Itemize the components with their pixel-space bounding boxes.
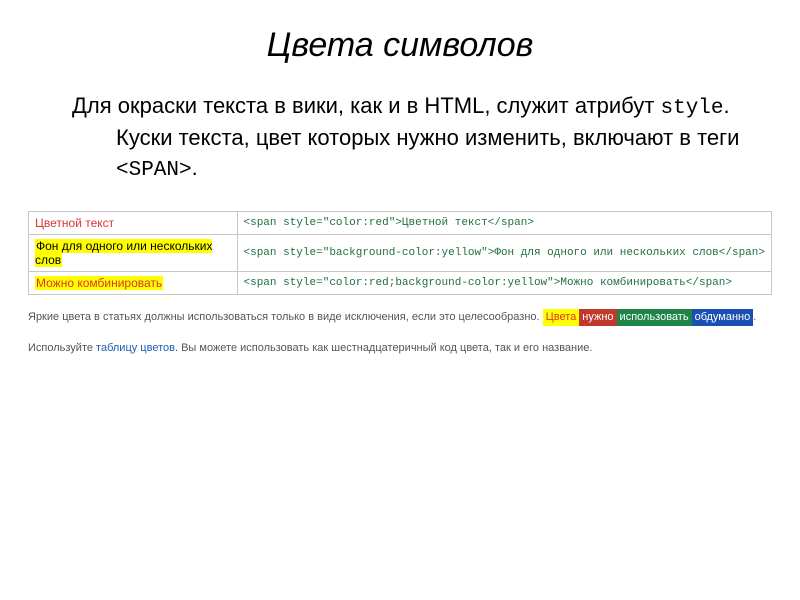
row2-display-text: Фон для одного или нескольких слов <box>35 239 212 267</box>
row3-code-text: <span style="color:red;background-color:… <box>244 277 732 289</box>
row1-display: Цветной текст <box>29 212 238 235</box>
chip-thoughtfully: обдуманно <box>692 309 754 326</box>
row3-display-text: Можно комбинировать <box>35 276 163 290</box>
row3-code: <span style="color:red;background-color:… <box>237 272 772 295</box>
row3-display: Можно комбинировать <box>29 272 238 295</box>
slide-body: Для окраски текста в вики, как и в HTML,… <box>72 91 772 185</box>
table-row: Фон для одного или нескольких слов <span… <box>29 235 772 272</box>
chip-colors: Цвета <box>543 309 580 326</box>
table-row: Можно комбинировать <span style="color:r… <box>29 272 772 295</box>
note2-a: Используйте <box>28 342 96 354</box>
chip-need: нужно <box>579 309 616 326</box>
table-row: Цветной текст <span style="color:red">Цв… <box>29 212 772 235</box>
tag-span: <SPAN> <box>116 159 192 182</box>
note2-b: . Вы можете использовать как шестнадцате… <box>175 342 592 354</box>
note1-text: Яркие цвета в статьях должны использоват… <box>28 311 543 323</box>
row1-code: <span style="color:red">Цветной текст</s… <box>237 212 772 235</box>
attr-style: style <box>660 97 723 120</box>
note-1: Яркие цвета в статьях должны использоват… <box>28 309 772 326</box>
row1-display-text: Цветной текст <box>35 216 114 230</box>
slide-title: Цвета символов <box>28 26 772 65</box>
row2-code: <span style="background-color:yellow">Фо… <box>237 235 772 272</box>
chip-use: использовать <box>617 309 692 326</box>
row2-code-text: <span style="background-color:yellow">Фо… <box>244 247 766 259</box>
row1-code-text: <span style="color:red">Цветной текст</s… <box>244 217 534 229</box>
examples-table: Цветной текст <span style="color:red">Цв… <box>28 211 772 295</box>
row2-display: Фон для одного или нескольких слов <box>29 235 238 272</box>
note-2: Используйте таблицу цветов. Вы можете ис… <box>28 340 772 357</box>
note1-end: . <box>753 311 756 323</box>
body-text-3: . <box>192 155 198 180</box>
color-table-link[interactable]: таблицу цветов <box>96 342 175 354</box>
body-text-1: Для окраски текста в вики, как и в HTML,… <box>72 93 660 118</box>
